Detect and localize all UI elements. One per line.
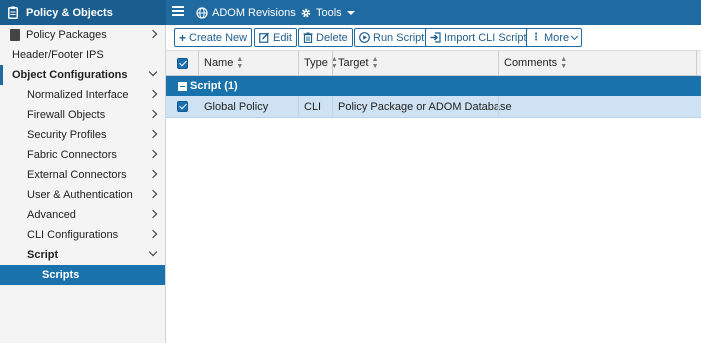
column-header-label: Type (304, 57, 328, 69)
tools-menu[interactable]: Tools (300, 0, 355, 25)
hamburger-menu-icon[interactable] (172, 6, 184, 18)
gear-icon (301, 8, 311, 17)
globe-icon (196, 6, 208, 19)
import-cli-script-label: Import CLI Script (444, 31, 527, 44)
adom-revisions-label: ADOM Revisions (212, 6, 296, 19)
sidebar-item-fabric-connectors[interactable]: Fabric Connectors (0, 145, 165, 165)
import-icon (430, 32, 441, 43)
edit-label: Edit (273, 31, 292, 44)
sidebar-item-normalized-interface[interactable]: Normalized Interface (0, 85, 165, 105)
edit-icon (259, 32, 270, 43)
table-header: Name ▲ ▼ Type ▲ ▼ Target ▲ ▼ Comments ▲ ▼ (166, 51, 701, 76)
sidebar-item-cli-configurations[interactable]: CLI Configurations (0, 225, 165, 245)
run-script-label: Run Script (373, 31, 425, 44)
chevron-right-icon (148, 209, 158, 219)
cell-target: Policy Package or ADOM Database (338, 96, 512, 117)
create-new-button[interactable]: + Create New (174, 28, 253, 47)
run-script-button[interactable]: Run Script (354, 28, 430, 47)
column-header-name[interactable]: Name ▲ ▼ (204, 51, 243, 75)
group-row-script[interactable]: Script (1) (166, 76, 701, 96)
sidebar-item-label: Firewall Objects (27, 109, 106, 121)
column-header-label: Comments (504, 57, 558, 69)
play-circle-icon (359, 32, 370, 43)
sidebar: Policy Packages Header/Footer IPS Object… (0, 25, 166, 343)
sidebar-item-security-profiles[interactable]: Security Profiles (0, 125, 165, 145)
column-header-comments[interactable]: Comments ▲ ▼ (504, 51, 567, 75)
sidebar-item-label: Object Configurations (12, 69, 128, 81)
policy-package-icon (10, 29, 20, 41)
sidebar-item-header-footer-ips[interactable]: Header/Footer IPS (0, 45, 165, 65)
trash-icon (303, 32, 313, 43)
more-label: More (544, 31, 570, 44)
sidebar-item-label: Policy Packages (26, 29, 107, 41)
caret-down-icon (346, 10, 355, 15)
chevron-down-icon (148, 247, 158, 257)
sidebar-item-label: External Connectors (27, 169, 127, 181)
cell-text: Global Policy (204, 100, 269, 113)
chevron-right-icon (148, 109, 158, 119)
checkbox-checked-icon (177, 57, 188, 69)
chevron-right-icon (148, 149, 158, 159)
plus-icon: + (179, 30, 187, 45)
table-row[interactable]: Global Policy CLI Policy Package or ADOM… (166, 96, 701, 118)
sidebar-item-label: CLI Configurations (27, 229, 119, 241)
sidebar-item-label: User & Authentication (27, 189, 133, 201)
more-menu-button[interactable]: ⋮ More (526, 28, 583, 47)
row-checkbox[interactable] (177, 96, 188, 117)
sort-icon: ▲ ▼ (560, 56, 568, 70)
toolbar: + Create New Edit Delete Run Script Impo… (166, 25, 701, 51)
sidebar-item-script[interactable]: Script (0, 245, 165, 265)
sidebar-item-label: Header/Footer IPS (12, 49, 104, 61)
chevron-down-icon (148, 67, 158, 77)
module-title: Policy & Objects (26, 6, 113, 19)
group-label: Script (1) (190, 80, 238, 92)
edit-button[interactable]: Edit (254, 28, 297, 47)
sidebar-item-firewall-objects[interactable]: Firewall Objects (0, 105, 165, 125)
sidebar-item-advanced[interactable]: Advanced (0, 205, 165, 225)
sidebar-item-external-connectors[interactable]: External Connectors (0, 165, 165, 185)
cell-name: Global Policy (204, 96, 268, 117)
select-all-checkbox[interactable] (177, 51, 188, 75)
delete-label: Delete (316, 31, 348, 44)
cell-text: Policy Package or ADOM Database (338, 100, 512, 113)
column-header-label: Name (204, 57, 234, 69)
column-header-label: Target (338, 57, 369, 69)
sidebar-item-label: Scripts (42, 269, 80, 281)
sidebar-item-policy-packages[interactable]: Policy Packages (0, 25, 165, 45)
delete-button[interactable]: Delete (298, 28, 353, 47)
cell-text: CLI (304, 100, 322, 113)
checkbox-checked-icon (177, 101, 188, 112)
chevron-right-icon (148, 229, 158, 239)
chevron-right-icon (148, 89, 158, 99)
sidebar-item-label: Fabric Connectors (27, 149, 117, 161)
chevron-down-icon (571, 32, 579, 40)
chevron-right-icon (148, 29, 158, 39)
module-header[interactable]: Policy & Objects (0, 0, 166, 25)
sidebar-item-object-configurations[interactable]: Object Configurations (0, 65, 165, 85)
cell-type: CLI (304, 96, 321, 117)
clipboard-icon (8, 6, 18, 19)
column-header-target[interactable]: Target ▲ ▼ (338, 51, 379, 75)
top-bar: Policy & Objects ADOM Revisions Tools (0, 0, 701, 25)
sidebar-item-user-authentication[interactable]: User & Authentication (0, 185, 165, 205)
sort-icon: ▲ ▼ (371, 56, 379, 70)
adom-revisions-menu[interactable]: ADOM Revisions (196, 0, 296, 25)
sidebar-item-scripts[interactable]: Scripts (0, 265, 165, 285)
collapse-icon[interactable] (178, 81, 187, 91)
create-new-label: Create New (189, 31, 248, 44)
sidebar-item-label: Advanced (27, 209, 76, 221)
sidebar-item-label: Normalized Interface (27, 89, 129, 101)
vertical-ellipsis-icon: ⋮ (531, 31, 541, 43)
sidebar-item-label: Security Profiles (27, 129, 107, 141)
import-cli-script-button[interactable]: Import CLI Script (425, 28, 532, 47)
chevron-right-icon (148, 189, 158, 199)
chevron-right-icon (148, 129, 158, 139)
scripts-table: Name ▲ ▼ Type ▲ ▼ Target ▲ ▼ Comments ▲ ▼ Sc… (166, 51, 701, 118)
tools-label: Tools (316, 6, 342, 19)
sort-icon: ▲ ▼ (236, 56, 244, 70)
sidebar-item-label: Script (27, 249, 59, 261)
chevron-right-icon (148, 169, 158, 179)
